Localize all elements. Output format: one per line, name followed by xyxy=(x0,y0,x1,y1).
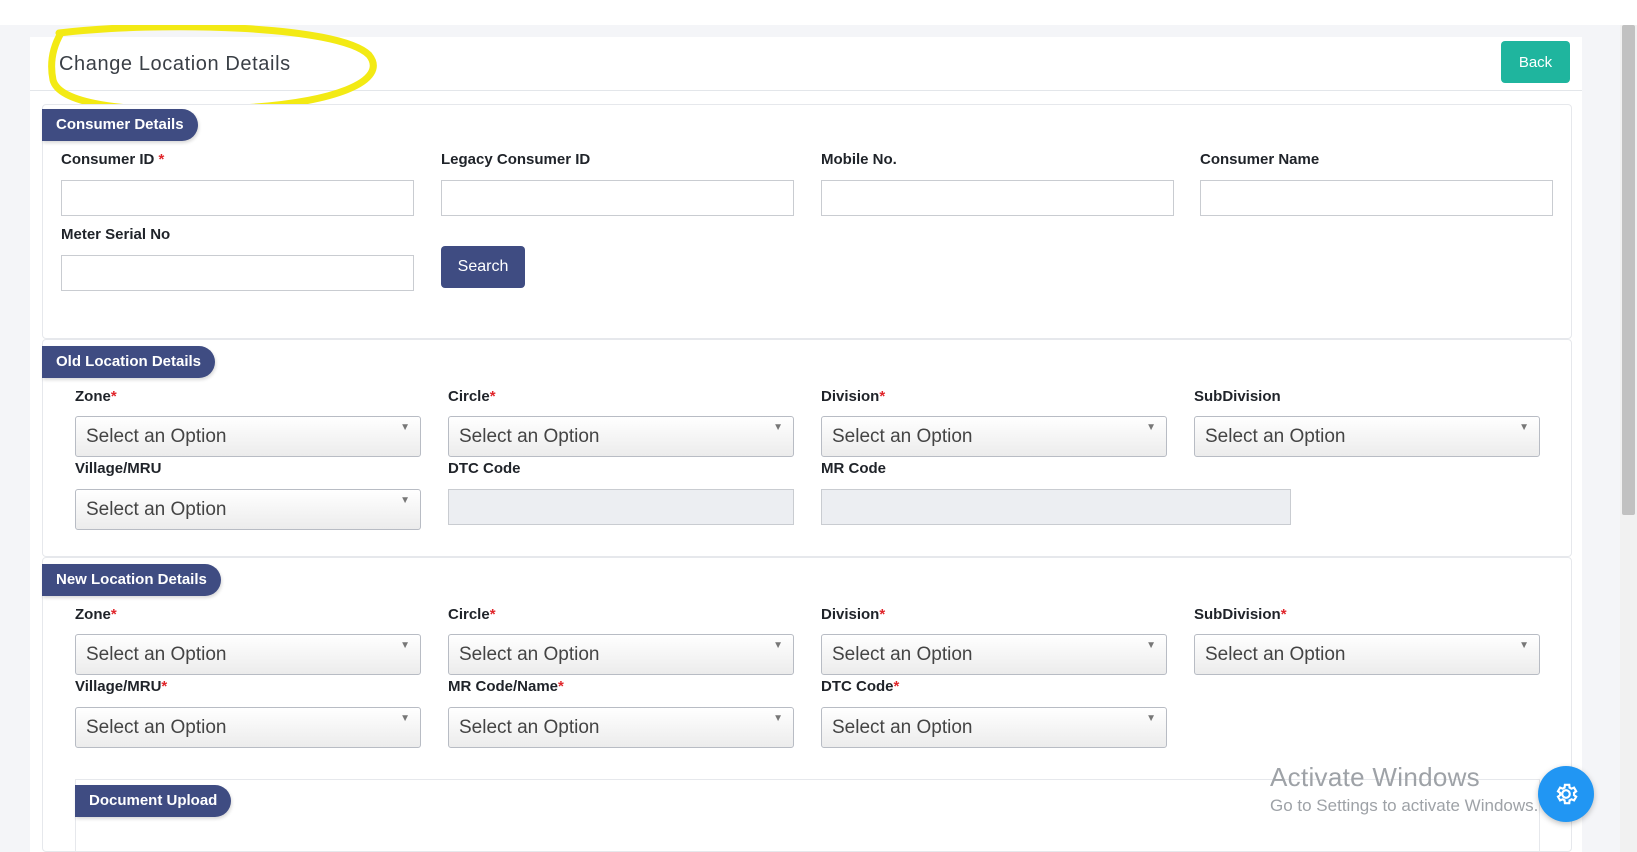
old-mr-input xyxy=(821,489,1291,525)
gear-icon xyxy=(1556,783,1578,805)
old-village-label: Village/MRU xyxy=(75,460,162,477)
old-circle-select[interactable]: Select an Option ▼ xyxy=(448,416,794,457)
chevron-down-icon: ▼ xyxy=(1146,640,1156,651)
new-subdivision-select[interactable]: Select an Option ▼ xyxy=(1194,634,1540,675)
old-circle-label: Circle* xyxy=(448,388,496,405)
page-title: Change Location Details xyxy=(59,53,291,75)
consumer-details-section xyxy=(42,104,1572,339)
new-division-select[interactable]: Select an Option ▼ xyxy=(821,634,1167,675)
new-location-tag: New Location Details xyxy=(42,564,221,596)
old-mr-label: MR Code xyxy=(821,460,886,477)
legacy-consumer-id-label: Legacy Consumer ID xyxy=(441,151,591,168)
old-subdivision-select[interactable]: Select an Option ▼ xyxy=(1194,416,1540,457)
chevron-down-icon: ▼ xyxy=(400,422,410,433)
chevron-down-icon: ▼ xyxy=(1146,422,1156,433)
old-dtc-label: DTC Code xyxy=(448,460,521,477)
new-zone-select[interactable]: Select an Option ▼ xyxy=(75,634,421,675)
document-upload-tag: Document Upload xyxy=(75,785,232,817)
mobile-no-label: Mobile No. xyxy=(821,151,897,168)
new-circle-select[interactable]: Select an Option ▼ xyxy=(448,634,794,675)
new-circle-label: Circle* xyxy=(448,606,496,623)
new-division-label: Division* xyxy=(821,606,886,623)
old-dtc-input xyxy=(448,489,794,525)
consumer-id-input[interactable] xyxy=(61,180,414,216)
back-button[interactable]: Back xyxy=(1501,41,1570,83)
chevron-down-icon: ▼ xyxy=(1146,713,1156,724)
consumer-details-tag: Consumer Details xyxy=(42,109,198,141)
chevron-down-icon: ▼ xyxy=(773,640,783,651)
new-mr-label: MR Code/Name* xyxy=(448,678,564,695)
chevron-down-icon: ▼ xyxy=(773,422,783,433)
old-zone-label: Zone* xyxy=(75,388,117,405)
old-location-tag: Old Location Details xyxy=(42,346,216,378)
new-dtc-label: DTC Code* xyxy=(821,678,900,695)
new-mr-select[interactable]: Select an Option ▼ xyxy=(448,707,794,748)
chevron-down-icon: ▼ xyxy=(400,495,410,506)
new-village-select[interactable]: Select an Option ▼ xyxy=(75,707,421,748)
old-zone-select[interactable]: Select an Option ▼ xyxy=(75,416,421,457)
meter-serial-label: Meter Serial No xyxy=(61,226,171,243)
old-subdivision-label: SubDivision xyxy=(1194,388,1281,405)
scrollbar-thumb[interactable] xyxy=(1622,25,1635,515)
old-division-select[interactable]: Select an Option ▼ xyxy=(821,416,1167,457)
consumer-name-input[interactable] xyxy=(1200,180,1553,216)
chevron-down-icon: ▼ xyxy=(773,713,783,724)
consumer-id-label: Consumer ID * xyxy=(61,151,165,168)
search-button[interactable]: Search xyxy=(441,246,525,288)
card-header: Change Location Details Back xyxy=(30,25,1582,114)
new-zone-label: Zone* xyxy=(75,606,117,623)
mobile-no-input[interactable] xyxy=(821,180,1174,216)
new-village-label: Village/MRU* xyxy=(75,678,168,695)
consumer-name-label: Consumer Name xyxy=(1200,151,1320,168)
old-village-select[interactable]: Select an Option ▼ xyxy=(75,489,421,530)
old-division-label: Division* xyxy=(821,388,886,405)
new-dtc-select[interactable]: Select an Option ▼ xyxy=(821,707,1167,748)
meter-serial-input[interactable] xyxy=(61,255,414,291)
chevron-down-icon: ▼ xyxy=(400,713,410,724)
chevron-down-icon: ▼ xyxy=(1519,422,1529,433)
chevron-down-icon: ▼ xyxy=(1519,640,1529,651)
settings-fab-button[interactable] xyxy=(1538,766,1594,822)
new-subdivision-label: SubDivision* xyxy=(1194,606,1287,623)
chevron-down-icon: ▼ xyxy=(400,640,410,651)
legacy-consumer-id-input[interactable] xyxy=(441,180,794,216)
activate-windows-title: Activate Windows xyxy=(1270,762,1480,792)
activate-windows-subtitle: Go to Settings to activate Windows. xyxy=(1270,796,1539,815)
